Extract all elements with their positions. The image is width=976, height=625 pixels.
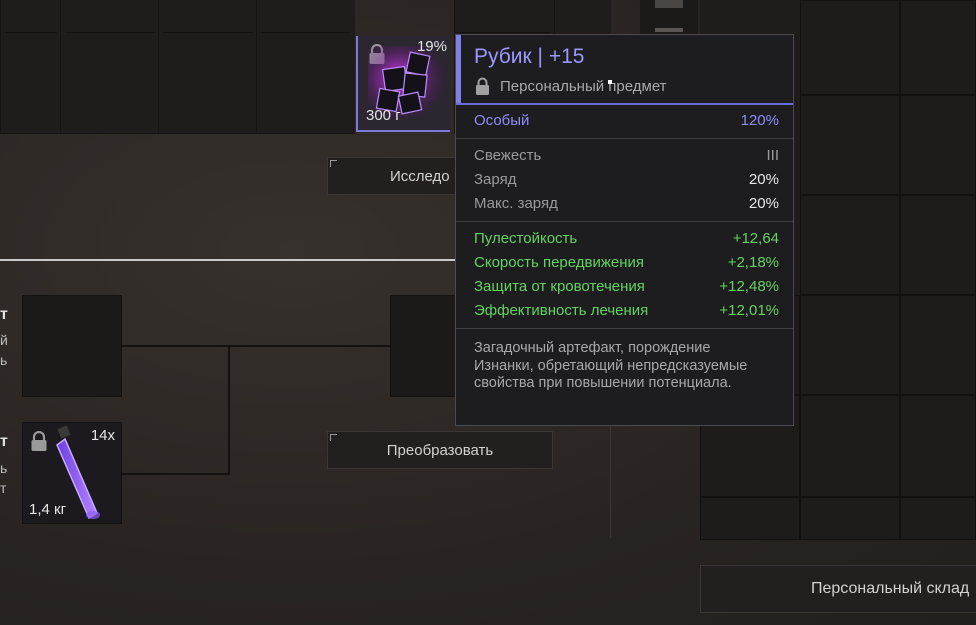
prop-row: Заряд 20% bbox=[474, 171, 779, 188]
stat-value: +12,64 bbox=[732, 230, 779, 247]
stat-label: Пулестойкость bbox=[474, 230, 578, 247]
divider bbox=[456, 328, 793, 329]
edge-label: ь bbox=[0, 460, 8, 476]
stat-row: Защита от кровотечения +12,48% bbox=[474, 278, 779, 295]
stat-row: Пулестойкость +12,64 bbox=[474, 230, 779, 247]
artifact-slot[interactable]: 19% 300 г bbox=[356, 36, 450, 132]
research-button-label: Исследо bbox=[390, 167, 450, 185]
consumable-slot[interactable]: 14x 1,4 кг bbox=[22, 422, 122, 524]
rarity-value: 120% bbox=[740, 112, 779, 129]
divider bbox=[456, 138, 793, 139]
prop-label: Макс. заряд bbox=[474, 195, 558, 212]
grid-cell[interactable] bbox=[800, 295, 900, 395]
lock-icon bbox=[31, 431, 47, 451]
stat-label: Скорость передвижения bbox=[474, 254, 645, 271]
edge-label: т bbox=[0, 306, 8, 323]
grid-cell[interactable] bbox=[900, 395, 976, 497]
connector-line bbox=[228, 345, 230, 475]
consumable-count: 14x bbox=[90, 427, 115, 444]
stat-value: +12,01% bbox=[719, 302, 779, 319]
prop-label: Свежесть bbox=[474, 147, 542, 164]
personal-storage-button[interactable]: Персональный склад bbox=[700, 565, 976, 613]
edge-label: т bbox=[0, 433, 8, 450]
edge-label: ь bbox=[0, 352, 8, 368]
grid-cell[interactable] bbox=[900, 295, 976, 395]
research-button[interactable]: Исследо bbox=[327, 157, 467, 195]
transform-button[interactable]: Преобразовать bbox=[327, 431, 553, 469]
edge-label: т bbox=[0, 480, 7, 496]
prop-row: Макс. заряд 20% bbox=[474, 195, 779, 212]
grid-cell[interactable] bbox=[800, 0, 900, 95]
section-divider bbox=[0, 259, 456, 261]
tooltip-title: Рубик | +15 bbox=[474, 45, 585, 68]
consumable-weight: 1,4 кг bbox=[29, 501, 67, 518]
result-slot[interactable] bbox=[390, 295, 460, 397]
stat-value: +12,48% bbox=[719, 278, 779, 295]
artifact-weight: 300 г bbox=[366, 107, 401, 124]
lock-icon bbox=[476, 77, 489, 95]
scroll-handle-top[interactable] bbox=[655, 0, 683, 8]
cursor bbox=[608, 80, 612, 84]
grid-cell[interactable] bbox=[900, 497, 976, 540]
top-slot-3[interactable] bbox=[158, 0, 257, 134]
prop-row: Свежесть III bbox=[474, 147, 779, 164]
stat-label: Защита от кровотечения bbox=[474, 278, 645, 295]
prop-label: Заряд bbox=[474, 171, 517, 188]
stat-row: Эффективность лечения +12,01% bbox=[474, 302, 779, 319]
transform-button-label: Преобразовать bbox=[386, 441, 494, 459]
tooltip-subtitle: Персональный предмет bbox=[500, 78, 667, 95]
top-slot-1[interactable] bbox=[0, 0, 61, 134]
grid-cell[interactable] bbox=[900, 95, 976, 195]
tooltip-description: Загадочный артефакт, порождение Изнанки,… bbox=[474, 340, 748, 391]
grid-cell[interactable] bbox=[800, 95, 900, 195]
item-tooltip: Рубик | +15 Персональный предмет Особый … bbox=[455, 34, 794, 426]
top-slot-4[interactable] bbox=[256, 0, 355, 134]
stat-label: Эффективность лечения bbox=[474, 302, 649, 319]
personal-storage-label: Персональный склад bbox=[811, 580, 970, 597]
prop-value: 20% bbox=[748, 195, 779, 212]
prop-value: III bbox=[766, 147, 779, 164]
grid-cell[interactable] bbox=[900, 0, 976, 95]
connector-line bbox=[122, 345, 392, 347]
edge-label: й bbox=[0, 332, 8, 348]
tooltip-accent bbox=[456, 35, 461, 103]
grid-cell[interactable] bbox=[800, 497, 900, 540]
empty-artifact-slot[interactable] bbox=[22, 295, 122, 397]
stat-row: Скорость передвижения +2,18% bbox=[474, 254, 779, 271]
grid-cell[interactable] bbox=[700, 497, 800, 540]
grid-cell[interactable] bbox=[800, 395, 900, 497]
divider bbox=[456, 221, 793, 222]
top-slot-2[interactable] bbox=[60, 0, 159, 134]
connector-line bbox=[122, 473, 230, 475]
rarity-row: Особый 120% bbox=[474, 112, 779, 129]
divider bbox=[456, 103, 793, 105]
grid-cell[interactable] bbox=[800, 195, 900, 295]
artifact-percent: 19% bbox=[416, 38, 447, 55]
rarity-label: Особый bbox=[474, 112, 530, 129]
stat-value: +2,18% bbox=[727, 254, 779, 271]
prop-value: 20% bbox=[748, 171, 779, 188]
grid-cell[interactable] bbox=[900, 195, 976, 295]
scroll-handle[interactable] bbox=[655, 28, 683, 32]
